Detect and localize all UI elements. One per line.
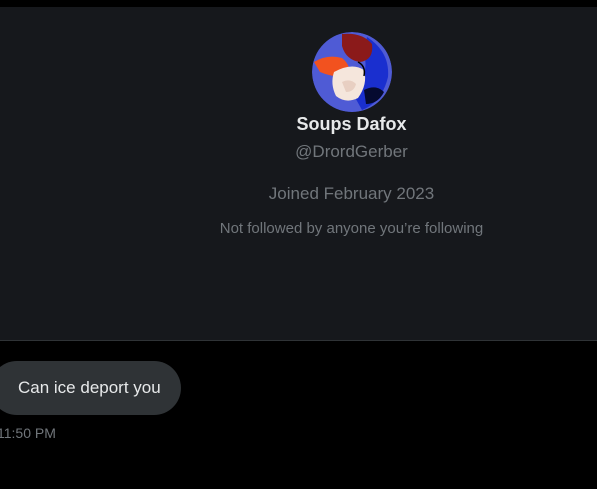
profile-display-name[interactable]: Soups Dafox bbox=[0, 114, 597, 135]
profile-handle[interactable]: @DrordGerber bbox=[0, 142, 597, 162]
followers-you-know: Not followed by anyone you’re following bbox=[219, 220, 484, 237]
cartoon-fox-avatar-icon bbox=[312, 32, 392, 112]
profile-joined-date: Joined February 2023 bbox=[268, 184, 435, 203]
message-bubble[interactable]: Can ice deport you bbox=[0, 361, 181, 415]
profile-card[interactable]: Soups Dafox @DrordGerber Joined February… bbox=[0, 7, 597, 341]
avatar[interactable] bbox=[312, 32, 392, 112]
message-timestamp: 11:50 PM bbox=[0, 425, 56, 441]
dm-conversation: Soups Dafox @DrordGerber Joined February… bbox=[0, 0, 597, 489]
